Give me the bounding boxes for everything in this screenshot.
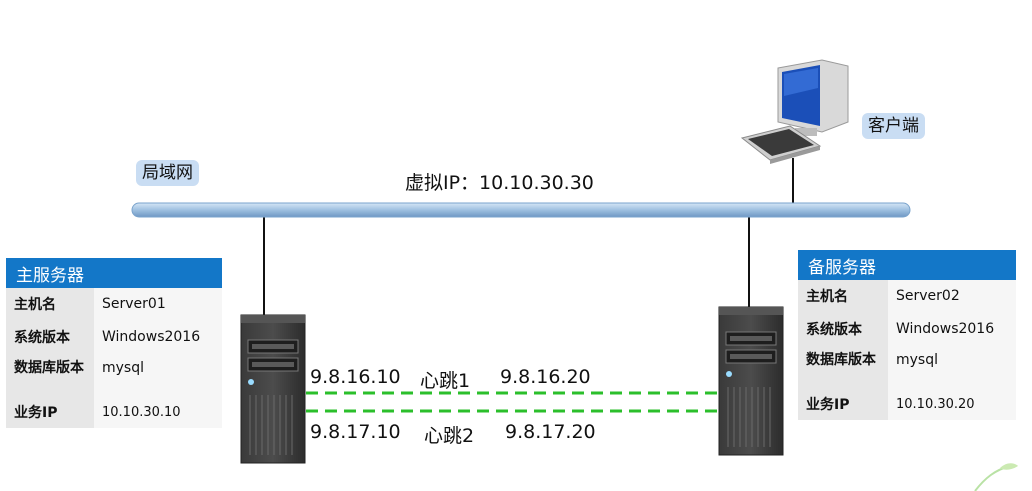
backup-val-hostname: Server02 <box>888 280 1016 312</box>
heartbeat2-right-ip: 9.8.17.20 <box>505 421 596 443</box>
tower-server-icon <box>240 314 306 464</box>
heartbeat2-label: 心跳2 <box>424 425 475 447</box>
primary-key-hostname: 主机名 <box>6 288 94 320</box>
backup-val-db: mysql <box>888 346 1016 388</box>
desktop-computer-icon <box>740 59 849 164</box>
backup-server-table: 备服务器 主机名 Server02 系统版本 Windows2016 数据库版本… <box>798 250 1016 420</box>
backup-val-ip: 10.10.30.20 <box>888 388 1016 420</box>
leaf-decoration-icon <box>974 463 1018 491</box>
client-label: 客户端 <box>862 113 925 139</box>
heartbeat1-right-ip: 9.8.16.20 <box>500 366 591 388</box>
lan-bus <box>131 202 911 218</box>
backup-server-title: 备服务器 <box>798 250 1016 280</box>
backup-key-hostname: 主机名 <box>798 280 888 312</box>
virtual-ip-label: 虚拟IP：10.10.30.30 <box>405 172 594 194</box>
primary-server-table: 主服务器 主机名 Server01 系统版本 Windows2016 数据库版本… <box>6 258 222 428</box>
primary-key-os: 系统版本 <box>6 320 94 354</box>
primary-val-db: mysql <box>94 354 222 396</box>
heartbeat1-label: 心跳1 <box>420 370 471 392</box>
heartbeat1-left-ip: 9.8.16.10 <box>310 366 401 388</box>
primary-val-os: Windows2016 <box>94 320 222 354</box>
primary-val-ip: 10.10.30.10 <box>94 396 222 428</box>
primary-server-title: 主服务器 <box>6 258 222 288</box>
backup-val-os: Windows2016 <box>888 312 1016 346</box>
primary-val-hostname: Server01 <box>94 288 222 320</box>
heartbeat2-left-ip: 9.8.17.10 <box>310 421 401 443</box>
tower-server-icon <box>718 306 784 456</box>
primary-key-db: 数据库版本 <box>6 354 94 396</box>
primary-key-ip: 业务IP <box>6 396 94 428</box>
lan-label: 局域网 <box>136 160 199 186</box>
backup-key-ip: 业务IP <box>798 388 888 420</box>
backup-key-db: 数据库版本 <box>798 346 888 388</box>
backup-key-os: 系统版本 <box>798 312 888 346</box>
